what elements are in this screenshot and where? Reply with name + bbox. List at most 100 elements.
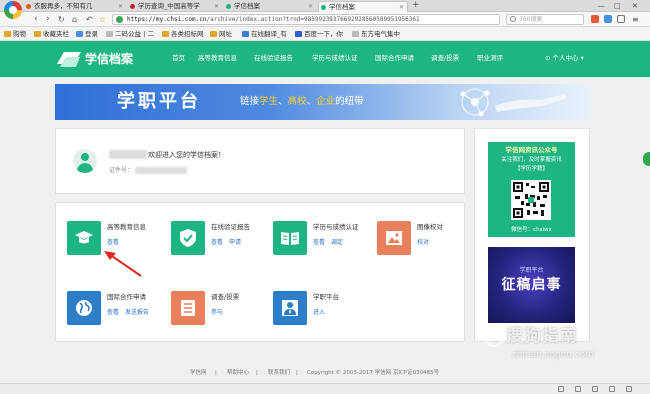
favorite-star-icon[interactable]: ☆ <box>99 14 106 25</box>
tab-close-icon[interactable]: ✕ <box>118 1 123 12</box>
link-apply-verification[interactable]: 申请 <box>229 238 241 247</box>
nav-career-test[interactable]: 职业测评 <box>477 53 503 63</box>
browser-tab[interactable]: 学信档案 ✕ <box>224 1 316 12</box>
folder-icon <box>4 31 11 37</box>
service-title-education[interactable]: 高等教育信息 <box>107 223 146 232</box>
person-tie-icon[interactable] <box>273 291 307 325</box>
browser-logo-icon[interactable] <box>4 1 22 19</box>
nav-degree-certification[interactable]: 学历与成绩认证 <box>312 53 358 63</box>
browser-tab[interactable]: 衣服再多，不知有几 ✕ <box>24 1 126 12</box>
browser-tab-active[interactable]: 学信档案 ✕ <box>318 1 408 12</box>
network-graphic-icon <box>460 88 567 117</box>
footer-separator: | <box>296 370 298 376</box>
link-view-international[interactable]: 查看 <box>107 308 119 317</box>
site-logo[interactable]: 学信档案 <box>56 49 133 69</box>
browser-status-bar <box>0 383 650 394</box>
footer-copyright: Copyright © 2003-2017 学信网 京ICP证030485号 <box>307 370 440 376</box>
folder-icon <box>162 31 169 37</box>
bookmark-item[interactable]: 百度一下，你 <box>295 27 343 41</box>
promo-banner[interactable]: 学职平台 链接学生、高校、企业的纽带 <box>55 84 590 120</box>
link-send-report[interactable]: 发送报告 <box>125 308 149 317</box>
cloud-icon[interactable] <box>604 15 612 23</box>
bookmark-item[interactable]: 二码公益 | 二 <box>106 27 154 41</box>
status-icon[interactable] <box>592 386 598 392</box>
status-icon[interactable] <box>609 386 615 392</box>
back-icon[interactable]: ‹ <box>34 14 38 25</box>
tab-favicon-icon <box>26 4 31 9</box>
link-schedule-certification[interactable]: 调定 <box>331 238 343 247</box>
footer-link-chsi[interactable]: 学信网 <box>190 369 207 377</box>
open-book-icon[interactable] <box>273 221 307 255</box>
bookmark-item[interactable]: 各类招标网 <box>162 27 204 41</box>
url-input[interactable]: https://my.chsi.com.cn/archive/index.act… <box>112 14 500 25</box>
maximize-button[interactable]: □ <box>614 0 621 12</box>
qr-wechat-id: 微信号：chsiwx <box>511 227 552 233</box>
bookmark-item[interactable]: 东方电气集中 <box>352 27 400 41</box>
bookmark-item[interactable]: 登录 <box>76 27 98 41</box>
forward-icon[interactable]: › <box>46 14 50 25</box>
link-enter-career[interactable]: 进入 <box>313 308 325 317</box>
service-title-photo-check[interactable]: 图像校对 <box>417 223 443 232</box>
banner-slogan: 链接学生、高校、企业的纽带 <box>240 96 364 107</box>
tab-close-icon[interactable]: ✕ <box>399 2 404 12</box>
globe-icon[interactable] <box>67 291 101 325</box>
search-input[interactable]: 360搜索 <box>506 14 584 25</box>
bookmark-item[interactable]: 在线翻译_有 <box>242 27 287 41</box>
status-icon[interactable] <box>558 386 564 392</box>
tab-title: 学历查询_中国高等学 <box>138 2 200 10</box>
service-title-certification[interactable]: 学历与成绩认证 <box>313 223 359 232</box>
link-view-education[interactable]: 查看 <box>107 238 119 247</box>
tab-close-icon[interactable]: ✕ <box>214 1 219 12</box>
translate-icon <box>242 31 249 37</box>
bookmark-item[interactable]: 购物 <box>4 27 26 41</box>
qr-title: 学信网资讯公众号 <box>505 146 558 154</box>
footer-link-contact[interactable]: 联系我们 <box>268 369 290 377</box>
url-path: /archive/index.action?trnd=9859923937669… <box>206 16 420 23</box>
page-icon <box>352 31 359 37</box>
recruitment-promo-card[interactable]: 学职平台 征稿启事 <box>488 247 575 323</box>
browser-tab[interactable]: 学历查询_中国高等学 ✕ <box>128 1 222 12</box>
minimize-button[interactable]: — <box>598 0 605 12</box>
nav-international[interactable]: 国际合作申请 <box>375 53 414 63</box>
nav-online-verification[interactable]: 在线验证报告 <box>254 53 293 63</box>
blurred-name <box>109 150 147 159</box>
link-join-survey[interactable]: 参与 <box>211 308 223 317</box>
promo-subtitle: 学职平台 <box>519 267 544 274</box>
side-feedback-tab[interactable] <box>643 152 650 166</box>
user-center-menu[interactable]: ⊙ 个人中心 ▾ <box>545 53 584 63</box>
menu-icon[interactable]: ≡ <box>632 14 639 25</box>
new-tab-button[interactable]: + <box>412 0 420 11</box>
bookmark-item[interactable]: 收藏夹栏 <box>34 27 69 41</box>
link-view-certification[interactable]: 查看 <box>313 238 325 247</box>
qr-desc-tag: 【学历学籍】 <box>514 166 548 172</box>
status-icon[interactable] <box>626 386 632 392</box>
home-icon[interactable]: ⌂ <box>72 14 77 25</box>
nav-higher-education[interactable]: 高等教育信息 <box>198 53 237 63</box>
nav-survey[interactable]: 调查/投票 <box>431 53 459 63</box>
tab-close-icon[interactable]: ✕ <box>308 1 313 12</box>
window-icon[interactable] <box>617 15 625 23</box>
survey-list-icon[interactable] <box>171 291 205 325</box>
service-title-international[interactable]: 国际合作申请 <box>107 293 146 302</box>
welcome-text: 欢迎进入您的学信档案！ <box>148 151 225 159</box>
graduation-cap-icon[interactable] <box>67 221 101 255</box>
footer-separator: | <box>215 370 217 376</box>
shield-check-icon[interactable] <box>171 221 205 255</box>
tab-title: 学信档案 <box>234 2 260 10</box>
qr-desc: 关注我们，及时掌握资讯 <box>501 157 562 163</box>
service-title-survey[interactable]: 调查/投票 <box>211 293 239 302</box>
footer-link-help[interactable]: 帮助中心 <box>227 369 249 377</box>
service-title-career-platform[interactable]: 学职平台 <box>313 293 339 302</box>
status-icon[interactable] <box>575 386 581 392</box>
extension-icon[interactable] <box>591 15 599 23</box>
bookmark-item[interactable]: 网址 <box>210 27 232 41</box>
link-view-verification[interactable]: 查看 <box>211 238 223 247</box>
nav-home[interactable]: 首页 <box>172 53 185 63</box>
link-check-photo[interactable]: 校对 <box>417 238 429 247</box>
refresh-icon[interactable]: ↻ <box>58 14 65 25</box>
id-number-label: 证件号： <box>109 167 134 174</box>
service-title-verification[interactable]: 在线验证报告 <box>211 223 250 232</box>
restore-icon[interactable]: ↶ <box>86 14 93 25</box>
close-window-button[interactable]: ✕ <box>632 0 638 12</box>
image-icon[interactable] <box>377 221 411 255</box>
